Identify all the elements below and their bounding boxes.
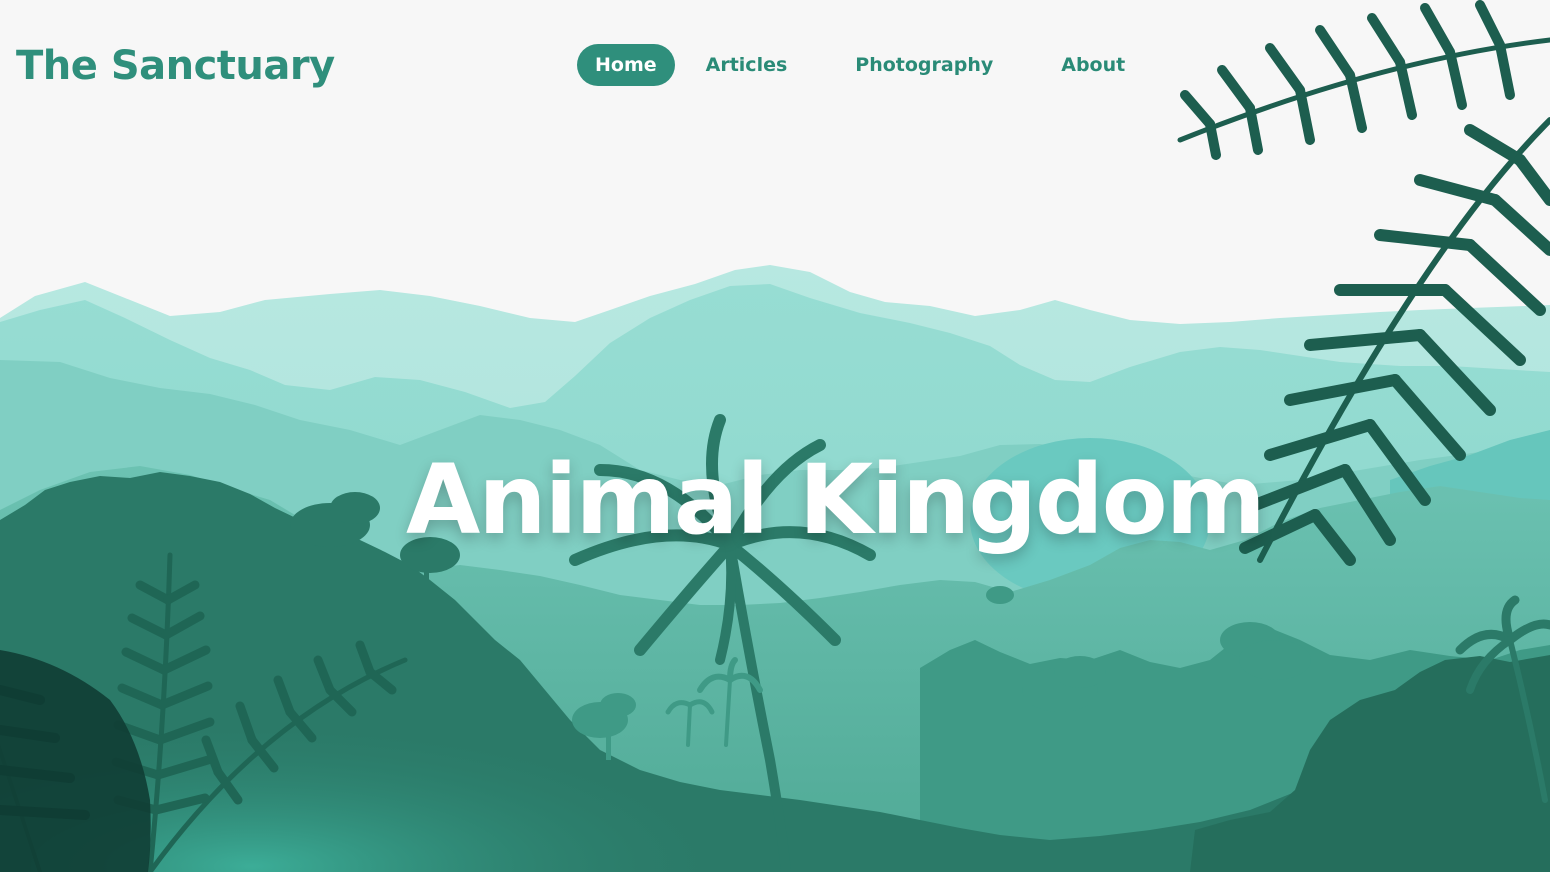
nav-about[interactable]: About xyxy=(1061,44,1125,86)
nav-photography[interactable]: Photography xyxy=(855,44,993,86)
nav-home[interactable]: Home xyxy=(577,44,675,86)
hero-title: Animal Kingdom xyxy=(406,444,1266,556)
main-nav: Home Articles Photography About xyxy=(577,44,1125,86)
jungle-hero-illustration xyxy=(0,0,1550,872)
site-logo[interactable]: The Sanctuary xyxy=(16,40,335,92)
nav-articles[interactable]: Articles xyxy=(706,44,788,86)
